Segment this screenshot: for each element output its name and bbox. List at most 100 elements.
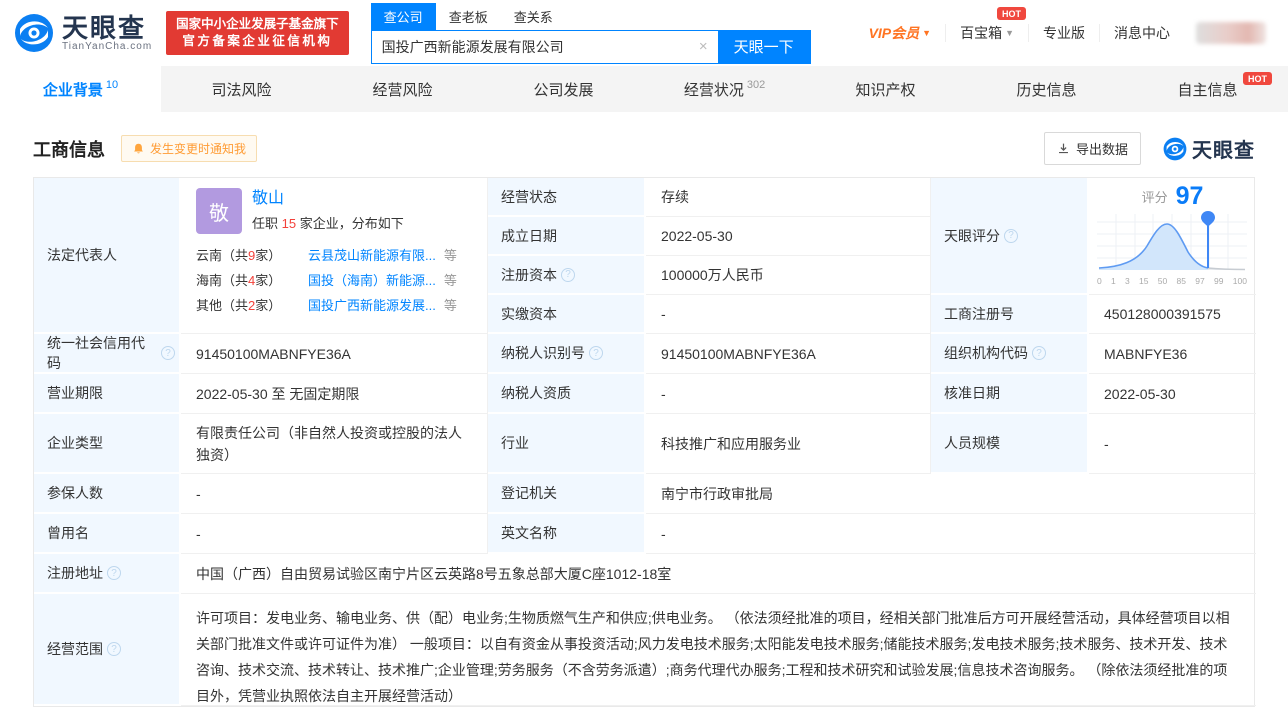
tianyan-score-cell[interactable]: 评分 97 (1089, 178, 1256, 295)
field-label-registered-capital: 注册资本? (488, 256, 646, 295)
field-label-legal-representative: 法定代表人 (34, 178, 181, 334)
field-label-taxpayer-qualification: 纳税人资质 (488, 374, 646, 414)
field-value-status: 存续 (646, 178, 931, 217)
field-label-paid-capital: 实缴资本 (488, 295, 646, 334)
company-link[interactable]: 国投（海南）新能源... (308, 268, 436, 293)
distribution-row: 海南（共4家） 国投（海南）新能源... 等 (196, 268, 472, 293)
help-icon[interactable]: ? (1032, 346, 1046, 360)
search-button[interactable]: 天眼一下 (718, 31, 810, 63)
search-input[interactable] (372, 31, 689, 63)
tab-judicial-risk[interactable]: 司法风险 (161, 66, 322, 112)
field-label-tianyan-score: 天眼评分? (931, 178, 1089, 295)
tab-self-published-info[interactable]: 自主信息 HOT (1127, 66, 1288, 112)
tab-company-background[interactable]: 企业背景10 (0, 66, 161, 112)
help-icon[interactable]: ? (107, 642, 121, 656)
field-label-former-name: 曾用名 (34, 514, 181, 554)
tianyancha-watermark: 天眼查 (1163, 134, 1255, 163)
field-value-credit-code: 91450100MABNFYE36A (181, 334, 488, 374)
field-label-business-scope: 经营范围? (34, 594, 181, 706)
field-value-industry: 科技推广和应用服务业 (646, 414, 931, 474)
field-label-english-name: 英文名称 (488, 514, 646, 554)
field-value-insured-count: - (181, 474, 488, 514)
notify-on-change-button[interactable]: 发生变更时通知我 (121, 135, 257, 162)
help-icon[interactable]: ? (107, 566, 121, 580)
tianyancha-logo-icon (1163, 137, 1187, 161)
tab-intellectual-property[interactable]: 知识产权 (805, 66, 966, 112)
section-header: 工商信息 发生变更时通知我 导出数据 天眼查 (33, 132, 1255, 165)
help-icon[interactable]: ? (561, 268, 575, 282)
field-value-company-type: 有限责任公司（非自然人投资或控股的法人独资） (196, 422, 472, 466)
tab-history-info[interactable]: 历史信息 (966, 66, 1127, 112)
field-label-business-term: 营业期限 (34, 374, 181, 414)
tab-operating-status[interactable]: 经营状况302 (644, 66, 805, 112)
legal-rep-name-link[interactable]: 敬山 (252, 188, 404, 210)
field-value-paid-capital: - (646, 295, 931, 334)
download-icon (1057, 142, 1070, 155)
tab-operation-risk[interactable]: 经营风险 (322, 66, 483, 112)
search-tab-relation[interactable]: 查关系 (501, 3, 566, 30)
field-label-credit-code: 统一社会信用代码? (34, 334, 181, 374)
search-area: 查公司 查老板 查关系 × 天眼一下 (371, 3, 811, 64)
field-label-company-type: 企业类型 (34, 414, 181, 474)
company-link[interactable]: 云县茂山新能源有限... (308, 243, 436, 268)
logo-domain: TianYanCha.com (62, 41, 152, 52)
score-value: 97 (1176, 183, 1204, 210)
field-value-business-scope: 许可项目：发电业务、输电业务、供（配）电业务;生物质燃气生产和供应;供电业务。 … (181, 594, 1256, 706)
legal-representative-cell: 敬 敬山 任职 15 家企业，分布如下 云南（共9家） 云县茂山新能源有限...… (181, 178, 488, 334)
help-icon[interactable]: ? (589, 346, 603, 360)
field-label-registry-authority: 登记机关 (488, 474, 646, 514)
field-label-industry: 行业 (488, 414, 646, 474)
nav-vip[interactable]: VIP会员 ▼ (855, 24, 946, 42)
field-value-registered-capital: 100000万人民币 (646, 256, 931, 295)
field-value-staff-size: - (1089, 414, 1256, 474)
help-icon[interactable]: ? (161, 346, 175, 360)
field-value-registry-authority: 南宁市行政审批局 (646, 474, 1256, 514)
clear-search-icon[interactable]: × (689, 38, 718, 55)
company-tab-bar: 企业背景10 司法风险 经营风险 公司发展 经营状况302 知识产权 历史信息 … (0, 66, 1288, 112)
field-label-approval-date: 核准日期 (931, 374, 1089, 414)
hot-badge: HOT (997, 7, 1026, 20)
tenure-summary: 任职 15 家企业，分布如下 (252, 213, 404, 232)
score-axis-ticks: 01 315 5085 9799 100 (1097, 276, 1247, 286)
distribution-row: 其他（共2家） 国投广西新能源发展... 等 (196, 293, 472, 318)
chevron-down-icon: ▼ (922, 28, 931, 38)
hot-badge: HOT (1243, 72, 1272, 85)
chevron-down-icon: ▼ (1005, 28, 1014, 38)
search-tab-company[interactable]: 查公司 (371, 3, 436, 30)
tianyancha-logo[interactable]: 天眼查 TianYanCha.com (14, 13, 152, 53)
field-label-staff-size: 人员规模 (931, 414, 1089, 474)
field-label-registration-number: 工商注册号 (931, 295, 1089, 334)
field-value-org-code: MABNFYE36 (1089, 334, 1256, 374)
field-label-registered-address: 注册地址? (34, 554, 181, 594)
bell-icon (132, 142, 145, 156)
field-label-status: 经营状态 (488, 178, 646, 217)
export-data-button[interactable]: 导出数据 (1044, 132, 1141, 165)
field-value-business-term: 2022-05-30 至 无固定期限 (181, 374, 488, 414)
top-header: 天眼查 TianYanCha.com 国家中小企业发展子基金旗下 官方备案企业征… (0, 0, 1288, 66)
nav-pro-version[interactable]: 专业版 (1028, 24, 1099, 42)
field-label-org-code: 组织机构代码? (931, 334, 1089, 374)
field-label-insured-count: 参保人数 (34, 474, 181, 514)
tianyancha-logo-icon (14, 13, 54, 53)
nav-message-center[interactable]: 消息中心 (1099, 24, 1184, 42)
score-pin-icon (1201, 211, 1215, 227)
field-value-taxpayer-qualification: - (646, 374, 931, 414)
avatar[interactable]: 敬 (196, 188, 242, 234)
user-account-blurred[interactable] (1196, 22, 1266, 44)
distribution-row: 云南（共9家） 云县茂山新能源有限... 等 (196, 243, 472, 268)
tab-company-development[interactable]: 公司发展 (483, 66, 644, 112)
field-value-establish-date: 2022-05-30 (646, 217, 931, 256)
field-value-former-name: - (181, 514, 488, 554)
section-title: 工商信息 (33, 136, 105, 162)
nav-toolbox[interactable]: HOT 百宝箱 ▼ (945, 24, 1028, 42)
company-link[interactable]: 国投广西新能源发展... (308, 293, 436, 318)
score-bell-curve-chart (1097, 210, 1247, 272)
field-label-taxpayer-id: 纳税人识别号? (488, 334, 646, 374)
logo-title: 天眼查 (62, 15, 152, 41)
field-value-approval-date: 2022-05-30 (1089, 374, 1256, 414)
field-value-registration-number: 450128000391575 (1089, 295, 1256, 334)
search-tab-boss[interactable]: 查老板 (436, 3, 501, 30)
field-value-english-name: - (646, 514, 1256, 554)
top-navigation: VIP会员 ▼ HOT 百宝箱 ▼ 专业版 消息中心 (855, 22, 1266, 44)
help-icon[interactable]: ? (1004, 229, 1018, 243)
